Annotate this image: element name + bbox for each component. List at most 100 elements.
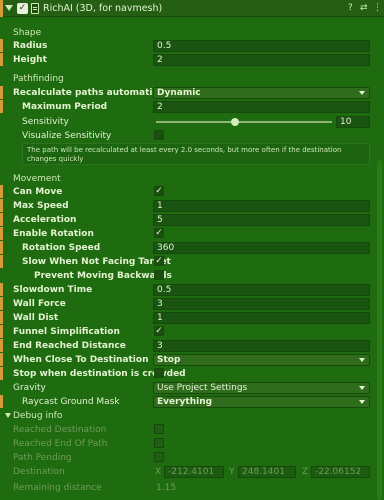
modified-indicator [0, 39, 3, 52]
destination-y-label: Y [229, 467, 235, 477]
enable-rotation-label: Enable Rotation [13, 229, 94, 239]
wall-force-label: Wall Force [13, 299, 66, 309]
movement-section-title: Movement [13, 174, 61, 184]
wall-force-field[interactable]: 3 [153, 298, 370, 310]
chevron-down-icon [359, 386, 365, 390]
modified-indicator [0, 353, 3, 366]
modified-indicator [0, 255, 3, 268]
chevron-down-icon [359, 91, 365, 95]
height-field[interactable]: 2 [153, 54, 370, 66]
modified-indicator [0, 297, 3, 310]
gravity-dropdown[interactable]: Use Project Settings [153, 382, 370, 394]
end-reached-label: End Reached Distance [13, 341, 126, 351]
modified-indicator [0, 0, 3, 17]
can-move-checkbox[interactable]: ✓ [154, 186, 164, 196]
modified-indicator [0, 339, 3, 352]
rotation-speed-label: Rotation Speed [22, 243, 101, 253]
component-header[interactable]: ✓ RichAI (3D, for navmesh) ? ⇄ ⋮ [0, 0, 384, 17]
raycast-mask-dropdown[interactable]: Everything [153, 396, 370, 408]
component-enabled-checkbox[interactable]: ✓ [17, 3, 28, 14]
prevent-backwards-checkbox[interactable] [154, 270, 164, 280]
modified-indicator [0, 53, 3, 66]
foldout-arrow-icon[interactable] [5, 5, 13, 11]
modified-indicator [0, 311, 3, 324]
acceleration-label: Acceleration [13, 215, 77, 225]
max-speed-field[interactable]: 1 [153, 200, 370, 212]
destination-y-field: 248.1401 [238, 466, 296, 478]
help-box: The path will be recalculated at least e… [22, 143, 370, 165]
reached-destination-label: Reached Destination [13, 425, 107, 435]
path-pending-checkbox [154, 452, 164, 462]
chevron-down-icon [359, 400, 365, 404]
close-to-destination-label: When Close To Destination [13, 355, 149, 365]
close-to-destination-dropdown[interactable]: Stop [153, 354, 370, 366]
modified-indicator [0, 367, 3, 380]
debug-section-title[interactable]: Debug info [13, 411, 62, 421]
more-options-icon[interactable]: ⋮ [373, 3, 382, 13]
sensitivity-slider[interactable] [156, 121, 332, 123]
destination-label: Destination [13, 467, 65, 477]
slowdown-time-field[interactable]: 0.5 [153, 284, 370, 296]
reached-end-label: Reached End Of Path [13, 439, 108, 449]
remaining-distance-value: 1.15 [156, 483, 177, 493]
preset-icon[interactable]: ⇄ [360, 3, 368, 13]
destination-x-label: X [155, 467, 162, 477]
funnel-simplification-checkbox[interactable]: ✓ [154, 326, 164, 336]
slow-not-facing-checkbox[interactable]: ✓ [154, 256, 164, 266]
radius-label: Radius [13, 41, 48, 51]
inspector-scrollbar[interactable] [377, 160, 382, 500]
modified-indicator [0, 395, 3, 408]
slow-not-facing-label: Slow When Not Facing Target [22, 257, 171, 267]
raycast-mask-value: Everything [157, 397, 213, 407]
visualize-sensitivity-checkbox[interactable] [154, 130, 164, 140]
gravity-label: Gravity [13, 383, 46, 393]
wall-dist-label: Wall Dist [13, 313, 59, 323]
modified-indicator [0, 100, 3, 113]
reached-end-checkbox [154, 438, 164, 448]
path-pending-label: Path Pending [13, 453, 72, 463]
shape-section-title: Shape [13, 28, 42, 38]
recalculate-value: Dynamic [157, 88, 201, 98]
modified-indicator [0, 199, 3, 212]
remaining-distance-label: Remaining distance [13, 483, 102, 493]
funnel-simplification-label: Funnel Simplification [13, 327, 120, 337]
help-icon[interactable]: ? [348, 3, 353, 13]
height-label: Height [13, 55, 47, 65]
modified-indicator [0, 185, 3, 198]
wall-dist-field[interactable]: 1 [153, 312, 370, 324]
debug-foldout-icon[interactable] [5, 413, 11, 418]
prevent-backwards-label: Prevent Moving Backwards [34, 271, 172, 281]
acceleration-field[interactable]: 5 [153, 214, 370, 226]
radius-field[interactable]: 0.5 [153, 40, 370, 52]
max-speed-label: Max Speed [13, 201, 69, 211]
modified-indicator [0, 325, 3, 338]
pathfinding-section-title: Pathfinding [13, 74, 64, 84]
max-period-label: Maximum Period [22, 102, 108, 112]
destination-z-label: Z [302, 467, 309, 477]
sensitivity-label: Sensitivity [22, 117, 69, 127]
component-title: RichAI (3D, for navmesh) [43, 3, 163, 14]
destination-x-field: -212.4101 [164, 466, 224, 478]
modified-indicator [0, 283, 3, 296]
close-to-destination-value: Stop [157, 355, 181, 365]
sensitivity-field[interactable]: 10 [336, 116, 370, 128]
raycast-mask-label: Raycast Ground Mask [22, 397, 120, 407]
sensitivity-slider-handle[interactable] [231, 118, 240, 126]
modified-indicator [0, 213, 3, 226]
modified-indicator [0, 227, 3, 240]
enable-rotation-checkbox[interactable]: ✓ [154, 228, 164, 238]
reached-destination-checkbox [154, 424, 164, 434]
recalculate-label: Recalculate paths automatically [13, 88, 176, 98]
max-period-field[interactable]: 2 [153, 101, 370, 113]
destination-z-field: -22.06152 [311, 466, 370, 478]
end-reached-field[interactable]: 3 [153, 340, 370, 352]
can-move-label: Can Move [13, 187, 63, 197]
slowdown-time-label: Slowdown Time [13, 285, 93, 295]
rotation-speed-field[interactable]: 360 [153, 242, 370, 254]
recalculate-dropdown[interactable]: Dynamic [153, 87, 370, 99]
chevron-down-icon [359, 358, 365, 362]
visualize-sensitivity-label: Visualize Sensitivity [22, 131, 112, 141]
script-icon [31, 3, 39, 14]
gravity-value: Use Project Settings [157, 383, 248, 393]
crowded-checkbox[interactable] [154, 368, 164, 378]
